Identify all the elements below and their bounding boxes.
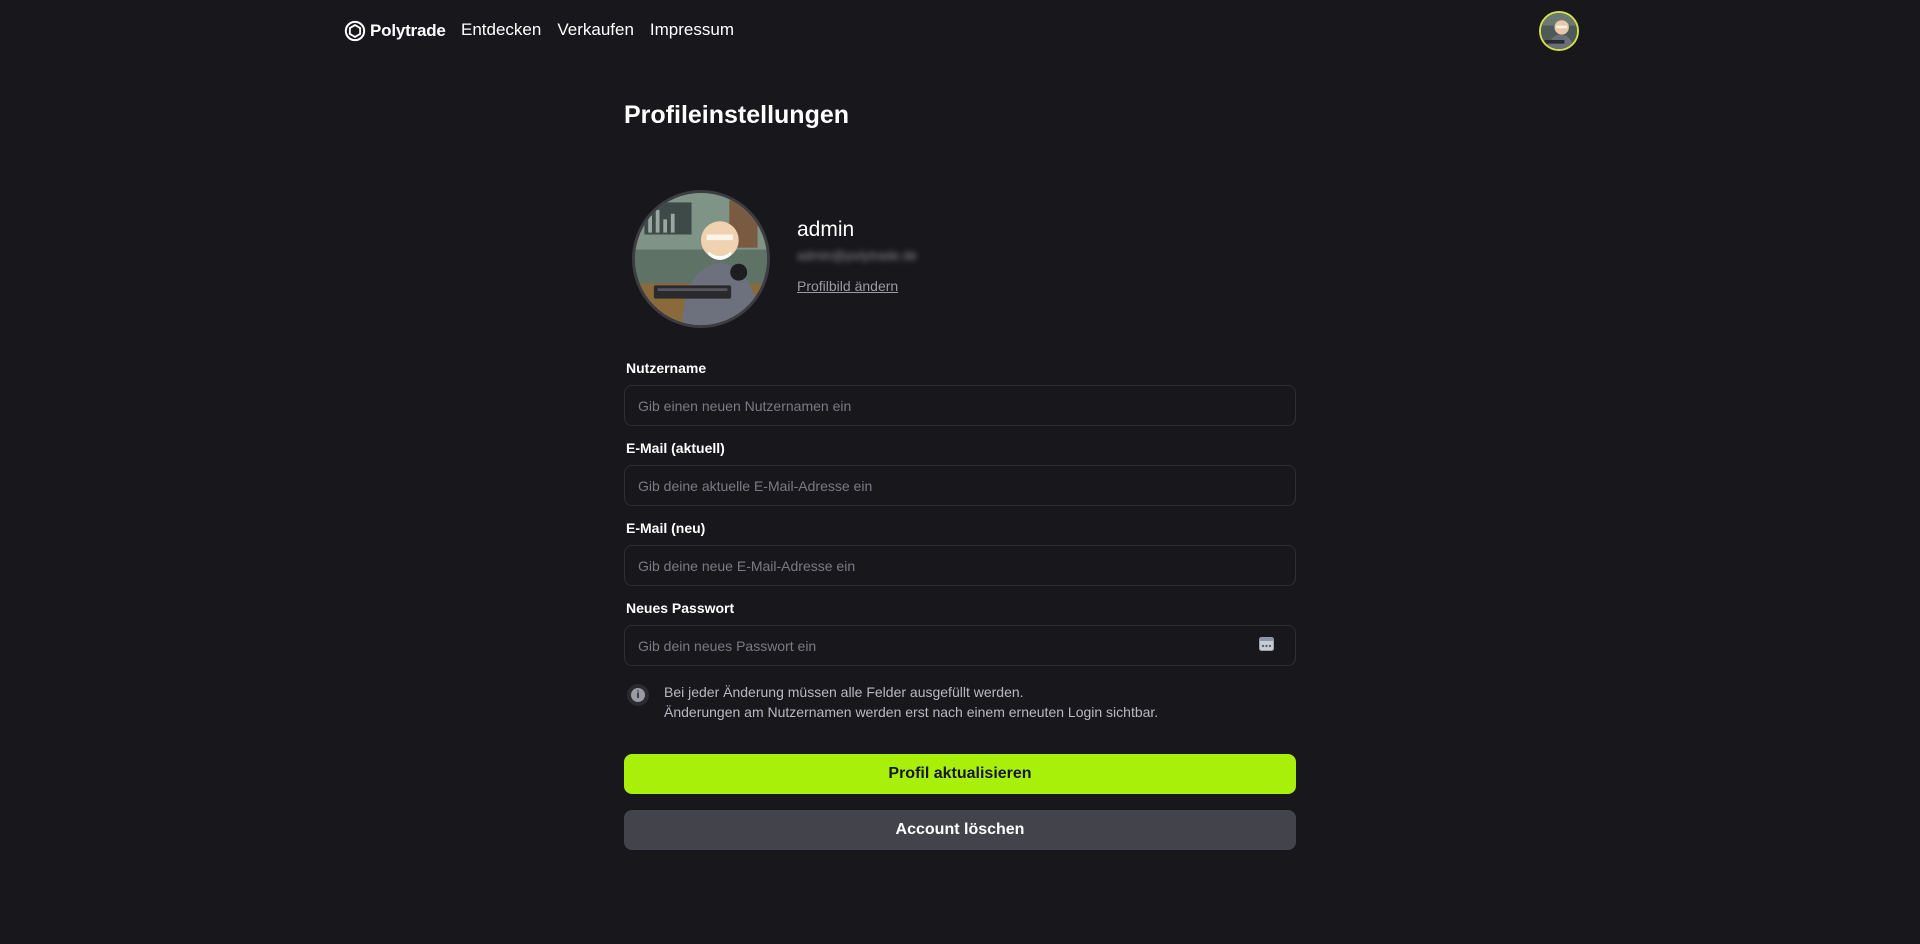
email-new-input[interactable] [624,545,1296,586]
update-profile-button[interactable]: Profil aktualisieren [624,754,1296,794]
password-label: Neues Passwort [626,600,735,616]
nav-link-entdecken[interactable]: Entdecken [461,20,541,40]
user-avatar-image [1541,13,1577,49]
email-current-input[interactable] [624,465,1296,506]
profile-username: admin [797,218,855,241]
profile-avatar [632,190,770,328]
nav-link-verkaufen[interactable]: Verkaufen [557,20,634,40]
nav-links: Entdecken Verkaufen Impressum [461,20,734,40]
delete-account-button[interactable]: Account löschen [624,810,1296,850]
change-profile-picture-link[interactable]: Profilbild ändern [797,278,898,294]
brand-name: Polytrade [370,21,446,40]
profile-email: admin@polytrade.de [797,248,918,263]
page-title: Profileinstellungen [624,101,850,129]
profile-avatar-image [635,193,767,325]
info-message-line-1: Bei jeder Änderung müssen alle Felder au… [664,684,1024,700]
top-navigation: Polytrade Entdecken Verkaufen Impressum [0,0,1920,62]
username-label: Nutzername [626,360,707,376]
password-input[interactable] [624,625,1296,666]
email-new-label: E-Mail (neu) [626,520,706,536]
brand-link[interactable]: Polytrade [344,19,446,43]
info-message: Bei jeder Änderung müssen alle Felder au… [664,682,1158,722]
polytrade-logo-icon [344,20,366,42]
nav-link-impressum[interactable]: Impressum [650,20,734,40]
password-manager-icon[interactable] [1259,637,1274,651]
info-message-line-2: Änderungen am Nutzernamen werden erst na… [664,704,1159,720]
username-input[interactable] [624,385,1296,426]
user-avatar-button[interactable] [1539,11,1579,51]
info-icon: i [627,684,649,706]
email-current-label: E-Mail (aktuell) [626,440,725,456]
